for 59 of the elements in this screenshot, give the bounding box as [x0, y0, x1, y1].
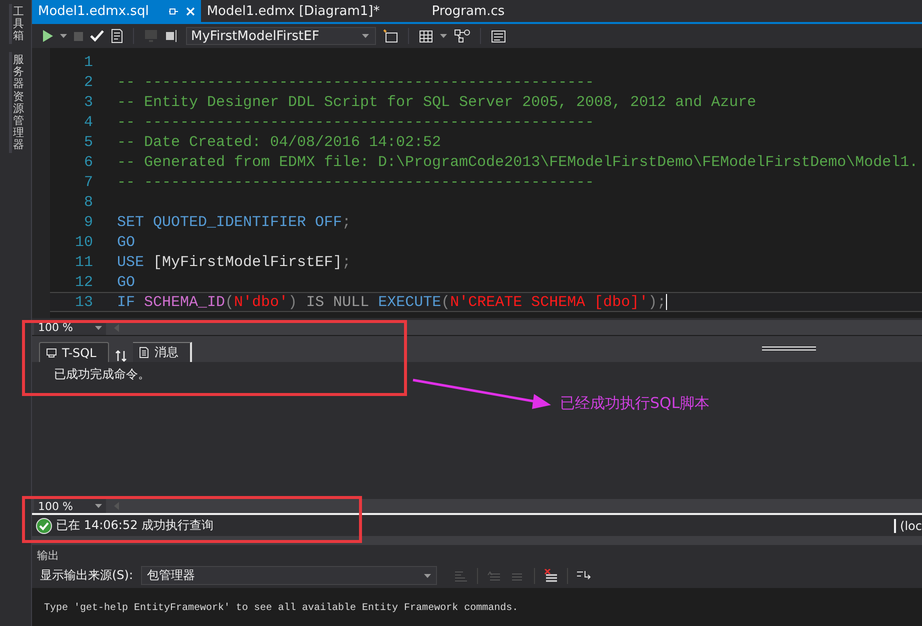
line-number: 11	[74, 254, 93, 270]
success-check-icon	[36, 518, 52, 534]
annotation-text: 已经成功执行SQL脚本	[560, 394, 710, 413]
document-tab[interactable]: Model1.edmx.sql	[32, 0, 201, 22]
dropdown-arrow-icon[interactable]	[362, 34, 369, 38]
caret-icon[interactable]	[60, 34, 67, 38]
status-message: 已在 14:06:52 成功执行查询	[56, 517, 214, 534]
close-icon[interactable]	[186, 6, 195, 16]
code-line: -- --------------------------------------------------	[117, 174, 594, 190]
line-number: 2	[82, 74, 93, 90]
line-number: 9	[82, 214, 93, 230]
sidebar-tab[interactable]: 服务器资源管理器	[9, 52, 25, 154]
dropdown-arrow-icon[interactable]	[424, 574, 432, 578]
code-line: -- --------------------------------------------------	[117, 74, 594, 90]
line-number: 1	[82, 54, 93, 70]
line-number: 4	[82, 114, 93, 130]
code-line: GO	[117, 274, 136, 290]
results-icon[interactable]	[491, 30, 506, 42]
splitter-grip-icon[interactable]	[762, 346, 816, 351]
database-dropdown[interactable]: MyFirstModelFirstEF	[186, 27, 376, 45]
document-icon[interactable]	[111, 29, 123, 43]
source-dropdown[interactable]: 包管理器	[141, 566, 438, 585]
query-window-icon[interactable]	[383, 29, 398, 43]
run-icon[interactable]	[42, 30, 53, 42]
output-text: Type 'get-help EntityFramework' to see all available Entity Framework commands.	[32, 588, 922, 626]
clear-all-icon[interactable]	[543, 568, 560, 582]
document-tab[interactable]: Model1.edmx [Diagram1]*	[200, 0, 386, 22]
line-number: 8	[82, 194, 93, 210]
sidebar-tab[interactable]: 工具箱	[9, 4, 25, 44]
connection-text: (loc	[894, 518, 922, 533]
line-number: 5	[82, 134, 93, 150]
source-label: 显示输出来源(S):	[40, 567, 134, 584]
code-line: GO	[117, 234, 136, 250]
line-number: 6	[82, 154, 93, 170]
pin-icon[interactable]	[168, 6, 178, 16]
line-number: 12	[74, 274, 93, 290]
code-line: -- Generated from EDMX file: D:\ProgramCode2013\FEModelFirstDemo\FEModelFirstDemo\Model1.	[117, 154, 918, 170]
diagram-icon[interactable]	[454, 29, 470, 43]
caret-icon[interactable]	[440, 34, 447, 38]
zoom-dropdown[interactable]: 100 %	[34, 499, 106, 514]
dropdown-arrow-icon[interactable]	[94, 504, 102, 508]
line-number: 7	[82, 174, 93, 190]
results-tab[interactable]: T-SQL	[39, 342, 110, 362]
code-line: IF SCHEMA_ID(N'dbo') IS NULL EXECUTE(N'CREATE SCHEMA [dbo]');	[117, 294, 666, 310]
line-number: 13	[74, 294, 93, 310]
document-tab[interactable]: Program.cs	[426, 0, 511, 22]
code-line: USE [MyFirstModelFirstEF];	[117, 254, 352, 270]
line-number: 10	[74, 234, 93, 250]
check-icon[interactable]	[90, 30, 104, 42]
results-tab[interactable]: 消息	[133, 342, 192, 362]
sort-arrows-icon[interactable]	[115, 350, 128, 362]
document-icon	[139, 347, 150, 358]
code-line: -- Entity Designer DDL Script for SQL Server 2005, 2008, 2012 and Azure	[117, 94, 756, 110]
code-line: -- --------------------------------------------------	[117, 114, 594, 130]
dropdown-arrow-icon[interactable]	[94, 326, 102, 330]
code-line: SET QUOTED_IDENTIFIER OFF;	[117, 214, 352, 230]
line-number: 3	[82, 94, 93, 110]
pane-title: 输出	[36, 548, 60, 563]
code-line: -- Date Created: 04/08/2016 14:02:52	[117, 134, 442, 150]
